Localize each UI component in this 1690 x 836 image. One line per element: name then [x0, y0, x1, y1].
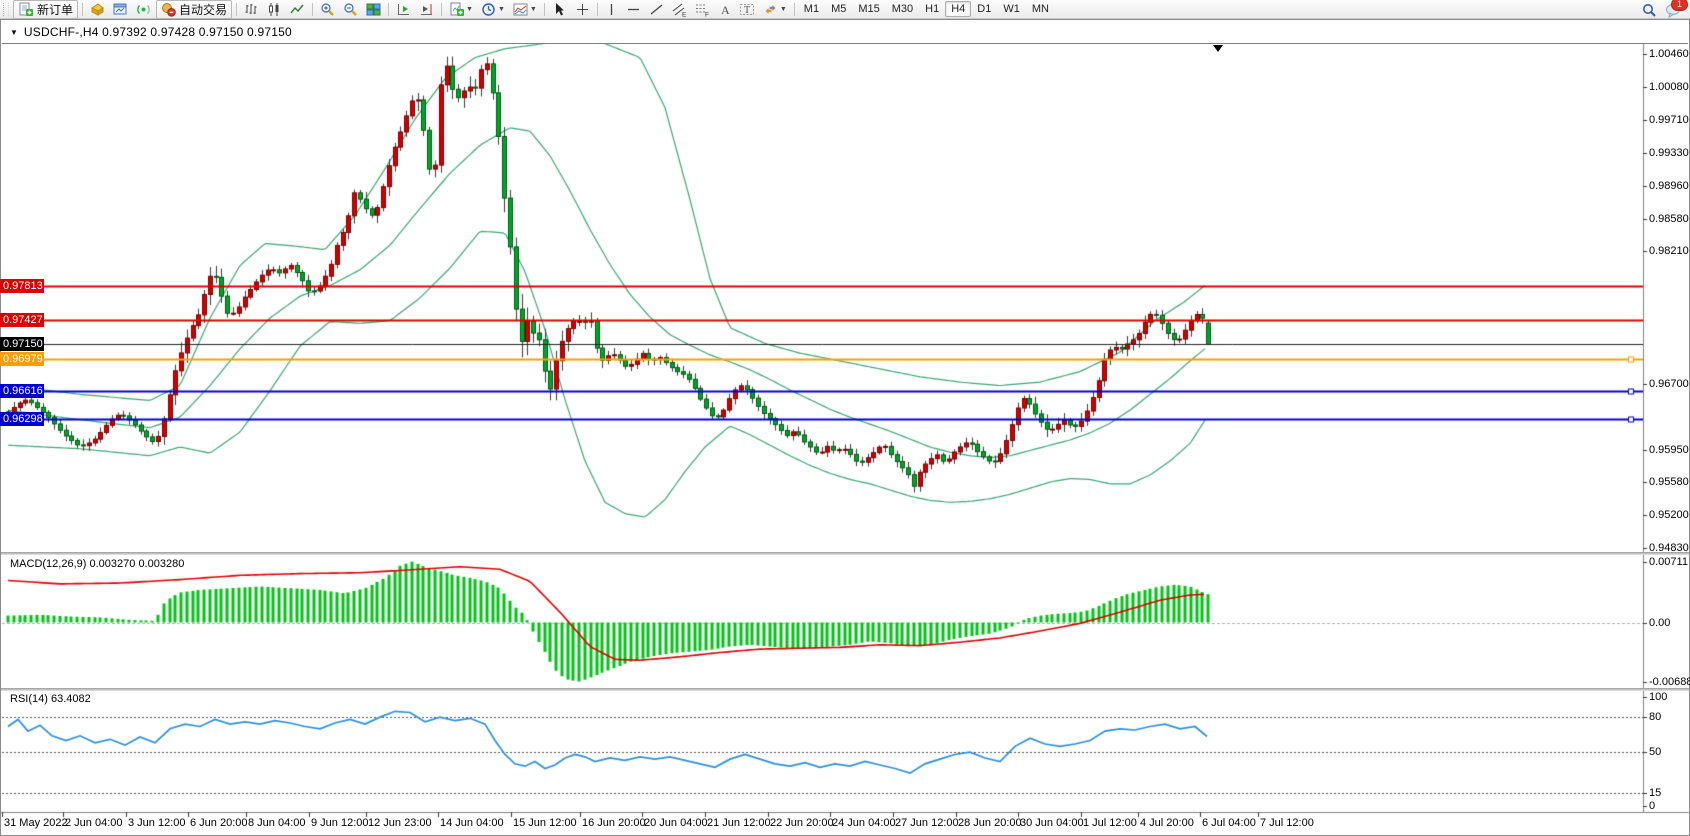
time-axis-label: 6 Jun 20:00 [190, 817, 248, 829]
rsi-axis-tick: 15 [1649, 787, 1661, 799]
macd-axis-tick: 0.00711 [1649, 556, 1688, 568]
price-tag: 0.96616 [0, 384, 44, 398]
rsi-indicator-label: RSI(14) 63.4082 [10, 693, 91, 705]
rsi-axis-tick: 0 [1649, 800, 1655, 812]
price-axis-tick: 1.00080 [1649, 81, 1689, 93]
macd-axis-tick: 0.00 [1649, 617, 1670, 629]
price-tag: 0.97150 [0, 337, 44, 351]
rsi-axis-tick: 100 [1649, 691, 1667, 703]
price-axis-tick: 1.00460 [1649, 48, 1689, 60]
mt4-terminal: { "toolbar": { "new_order_label": "新订单",… [0, 0, 1690, 836]
macd-indicator-label: MACD(12,26,9) 0.003270 0.003280 [10, 558, 184, 570]
rsi-axis-tick: 80 [1649, 711, 1661, 723]
price-axis-tick: 0.98580 [1649, 213, 1689, 225]
time-axis-label: 15 Jun 12:00 [513, 817, 577, 829]
time-axis-label: 28 Jun 20:00 [958, 817, 1022, 829]
time-axis-label: 20 Jun 04:00 [644, 817, 708, 829]
time-axis-label: 14 Jun 04:00 [440, 817, 504, 829]
time-axis-label: 8 Jun 04:00 [248, 817, 306, 829]
price-axis-tick: 0.96700 [1649, 378, 1689, 390]
price-axis-tick: 0.98960 [1649, 180, 1689, 192]
price-axis-tick: 0.95200 [1649, 509, 1689, 521]
price-tag: 0.96298 [0, 412, 44, 426]
time-axis-label: 22 Jun 20:00 [770, 817, 834, 829]
price-tag: 0.97427 [0, 313, 44, 327]
chart-shift-marker-icon [1213, 45, 1223, 52]
price-tag: 0.97813 [0, 279, 44, 293]
price-axis-tick: 0.98210 [1649, 245, 1689, 257]
time-axis-label: 3 Jun 12:00 [128, 817, 186, 829]
time-axis-label: 1 Jul 12:00 [1083, 817, 1137, 829]
price-axis-tick: 0.99710 [1649, 114, 1689, 126]
time-axis-label: 9 Jun 12:00 [311, 817, 369, 829]
rsi-pane-divider[interactable] [1, 688, 1689, 691]
macd-axis-tick: -0.006888 [1649, 676, 1690, 688]
chart-canvas[interactable] [0, 0, 1690, 836]
rsi-axis-tick: 50 [1649, 746, 1661, 758]
time-axis-label: 21 Jun 12:00 [707, 817, 771, 829]
time-axis-label: 4 Jul 20:00 [1140, 817, 1194, 829]
time-axis-label: 12 Jun 23:00 [368, 817, 432, 829]
time-axis-label: 16 Jun 20:00 [582, 817, 646, 829]
time-axis-label: 30 Jun 04:00 [1020, 817, 1084, 829]
macd-pane-divider[interactable] [1, 552, 1689, 555]
price-tag: 0.96979 [0, 352, 44, 366]
time-axis-label: 2 Jun 04:00 [65, 817, 123, 829]
price-axis-tick: 0.95950 [1649, 444, 1689, 456]
time-axis-label: 27 Jun 12:00 [895, 817, 959, 829]
time-axis-label: 24 Jun 04:00 [832, 817, 896, 829]
price-axis-tick: 0.95580 [1649, 476, 1689, 488]
time-axis-label: 31 May 2022 [4, 817, 68, 829]
price-axis-tick: 0.99330 [1649, 147, 1689, 159]
time-axis-label: 7 Jul 12:00 [1260, 817, 1314, 829]
time-axis-label: 6 Jul 04:00 [1202, 817, 1256, 829]
